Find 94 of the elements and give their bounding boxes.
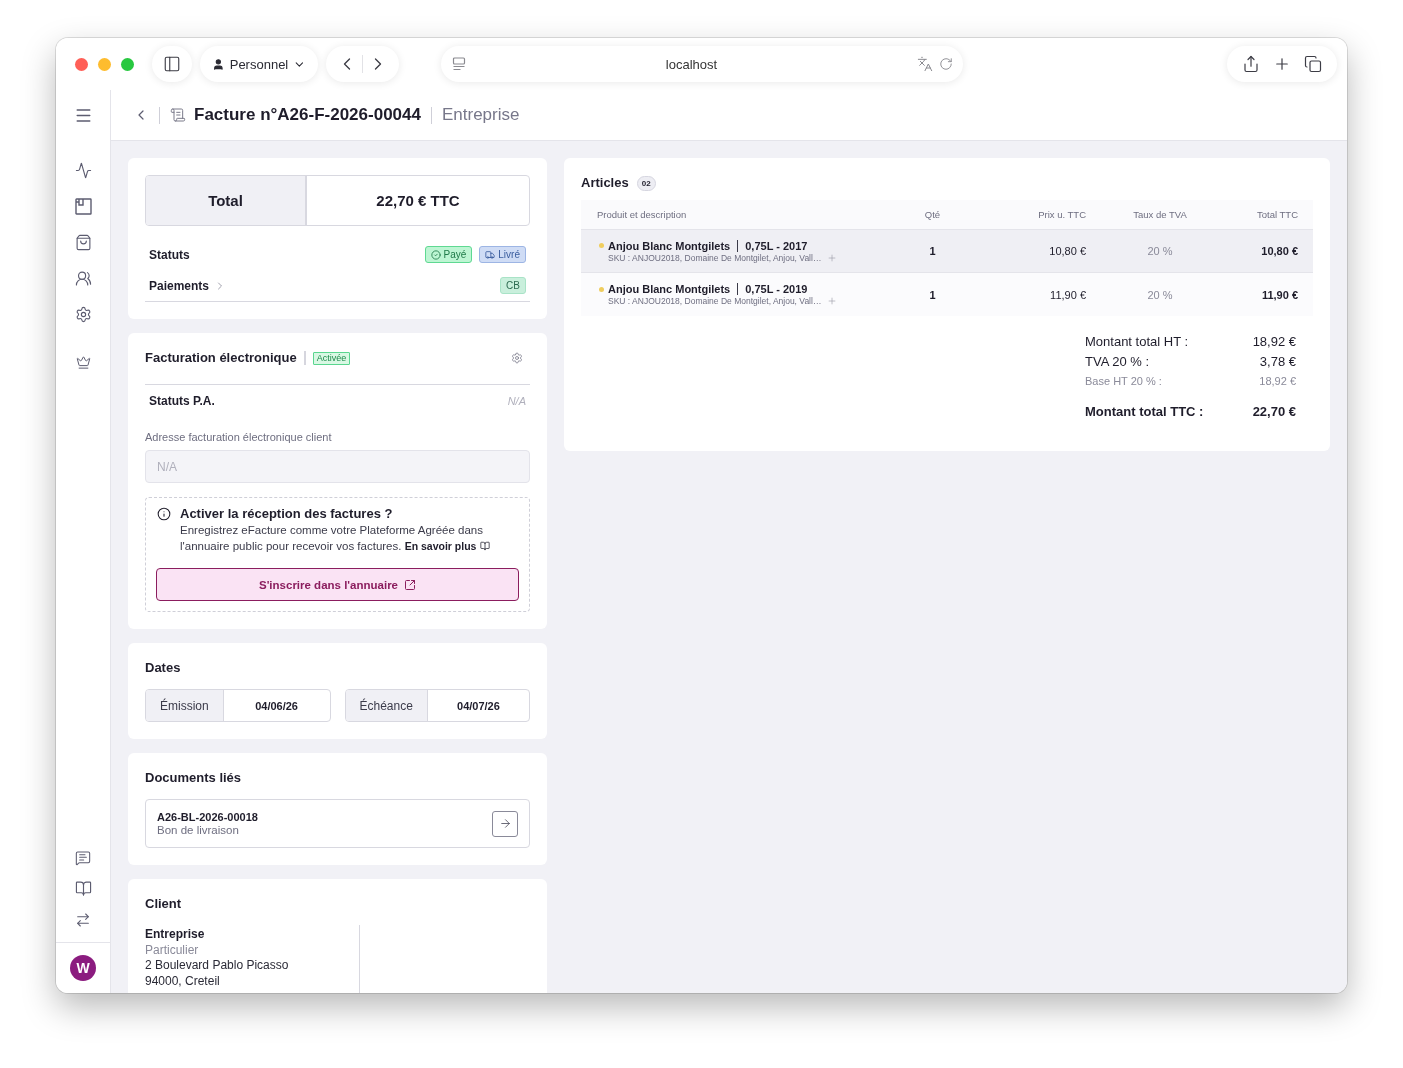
- avatar[interactable]: W: [70, 955, 96, 981]
- check-circle-icon: [430, 249, 441, 260]
- badge-text: CB: [506, 280, 520, 291]
- date-value: 04/07/26: [456, 698, 501, 714]
- activity-icon[interactable]: [74, 161, 92, 179]
- payments-link[interactable]: Paiements: [149, 278, 227, 293]
- total-row-value: 18,92 €: [1252, 333, 1296, 349]
- total-row-value: 22,70 €: [1252, 403, 1296, 419]
- column-header: Total TTC: [1256, 209, 1299, 220]
- badge-text: Payé: [443, 249, 467, 260]
- row-value: N/A: [507, 394, 526, 407]
- quantity-cell-text: 1: [928, 245, 937, 257]
- plus-icon[interactable]: [1273, 55, 1291, 73]
- translate-icon[interactable]: [917, 56, 933, 72]
- total-row-label: Base HT 20 % :: [1085, 375, 1162, 387]
- product-name: Anjou Blanc Montgilets: [608, 239, 731, 252]
- reload-icon[interactable]: [939, 57, 953, 71]
- unit-price-cell-text: 11,90 €: [1049, 288, 1087, 301]
- notice-text: Enregistrez eFacture comme votre Plateforme Agréée dans l'annuaire public pour recevoir vos factures. En savoir plus: [156, 522, 519, 554]
- address-input[interactable]: N/A: [145, 450, 530, 483]
- tabs-icon[interactable]: [1304, 55, 1323, 73]
- total-row-label: TVA 20 % :: [1085, 353, 1150, 369]
- date-value: 04/06/26: [254, 698, 299, 714]
- status-dot-icon: [599, 243, 604, 248]
- total-row-label: Montant total HT :: [1085, 333, 1189, 349]
- address-bar[interactable]: localhost: [441, 46, 963, 82]
- date-label: Échéance: [345, 690, 428, 721]
- register-button[interactable]: S'inscrire dans l'annuaire: [156, 568, 519, 601]
- book-icon[interactable]: [74, 880, 92, 897]
- address-line: 2 Boulevard Pablo Picasso: [145, 958, 290, 974]
- sku-text: SKU : ANJOU2018, Domaine De Montgilet, Anjou, Vall…: [608, 252, 822, 263]
- column-header: Prix u. TTC: [1037, 209, 1087, 220]
- person-icon: [212, 57, 225, 71]
- window-close-button[interactable]: [75, 57, 88, 71]
- column-header: Qté: [923, 209, 942, 220]
- date-label: Émission: [146, 690, 224, 721]
- status-dot-icon: [599, 286, 604, 292]
- count-badge: 02: [636, 175, 656, 191]
- total-label: Total: [146, 176, 307, 225]
- chat-icon[interactable]: [75, 849, 91, 866]
- unit-price-cell-text: 10,80 €: [1048, 245, 1087, 257]
- profile-button[interactable]: Personnel: [200, 46, 318, 82]
- crown-icon[interactable]: [75, 354, 91, 370]
- client-type: Particulier: [145, 942, 200, 958]
- learn-more-link[interactable]: En savoir plus: [404, 538, 491, 554]
- address-line: 94000, Creteil: [145, 973, 221, 989]
- box-icon[interactable]: [74, 197, 92, 215]
- vat-rate-cell-text: 20 %: [1146, 288, 1174, 301]
- field-label: Adresse facturation électronique client: [145, 430, 333, 444]
- total-value: 22,70 € TTC: [375, 191, 461, 211]
- status-tag: Activée: [312, 351, 351, 365]
- row-label: Statuts P.A.: [149, 393, 215, 408]
- settings-icon[interactable]: [74, 305, 92, 323]
- card-title: Articles: [581, 175, 629, 191]
- external-link-icon: [404, 578, 417, 591]
- address-text: localhost: [664, 56, 719, 72]
- total-row-value: 3,78 €: [1259, 353, 1296, 369]
- column-header: Taux de TVA: [1132, 209, 1188, 220]
- users-icon[interactable]: [74, 269, 92, 287]
- client-name: Entreprise: [145, 927, 206, 943]
- document-number: A26-BL-2026-00018: [157, 810, 258, 824]
- sidebar-icon: [163, 55, 181, 73]
- total-row-value: 18,92 €: [1259, 375, 1296, 387]
- quantity-cell-text: 1: [928, 288, 937, 301]
- share-icon[interactable]: [1241, 55, 1260, 73]
- truck-icon: [485, 249, 496, 260]
- product-variant: 0,75L - 2019: [745, 283, 808, 295]
- notice-title: Activer la réception des factures ?: [180, 506, 393, 522]
- info-icon: [157, 507, 171, 521]
- product-variant: 0,75L - 2017: [745, 239, 808, 252]
- reader-icon[interactable]: [452, 57, 466, 71]
- total-row-label: Montant total TTC :: [1085, 403, 1204, 419]
- open-document-button[interactable]: [492, 810, 518, 837]
- company-name: Entreprise: [441, 105, 520, 125]
- card-title: Dates: [145, 660, 182, 676]
- book-icon: [480, 541, 491, 551]
- shopping-bag-icon[interactable]: [74, 233, 92, 251]
- sku-text: SKU : ANJOU2018, Domaine De Montgilet, Anjou, Vall…: [608, 296, 822, 306]
- vat-rate-cell-text: 20 %: [1146, 245, 1174, 257]
- document-type: Bon de livraison: [157, 823, 240, 837]
- card-title: Client: [145, 896, 183, 912]
- total-cell-text: 11,90 €: [1260, 288, 1299, 301]
- arrow-right-icon: [498, 817, 512, 830]
- card-title: Facturation électronique: [145, 350, 297, 366]
- sidebar-toggle-button[interactable]: [152, 46, 192, 82]
- badge-text: Livré: [498, 249, 520, 260]
- swap-arrows-icon[interactable]: [75, 911, 91, 928]
- invoice-title: Facture n°A26-F-2026-00044: [194, 105, 421, 125]
- column-header: Produit et description: [596, 209, 688, 220]
- product-name: Anjou Blanc Montgilets: [608, 283, 731, 295]
- total-cell-text: 10,80 €: [1260, 245, 1299, 257]
- row-label: Statuts: [149, 247, 190, 262]
- scroll-icon: [170, 107, 186, 123]
- card-title: Documents liés: [145, 770, 243, 786]
